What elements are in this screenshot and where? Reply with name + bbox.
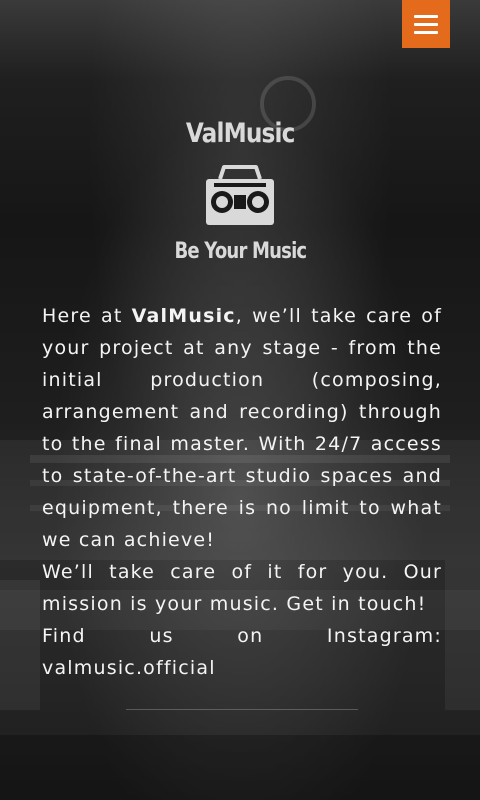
logo-tagline: Be Your Music <box>174 239 307 264</box>
site-logo[interactable]: ValMusic Be Your Music <box>0 118 480 264</box>
page: ValMusic Be Your Music Here at ValMusic,… <box>0 0 480 800</box>
instagram-paragraph: Find us on Instagram: valmusic.official <box>42 625 442 679</box>
logo-name: ValMusic <box>185 118 296 149</box>
intro-body: , we’ll take care of your project at any… <box>42 305 442 551</box>
divider <box>126 709 358 710</box>
menu-button[interactable] <box>402 0 450 48</box>
mission-paragraph: We’ll take care of it for you. Our missi… <box>42 561 442 615</box>
hamburger-menu-icon-bar <box>414 30 438 34</box>
intro-paragraph: Here at ValMusic, we’ll take care of you… <box>42 300 442 556</box>
boombox-icon <box>206 165 274 225</box>
hamburger-menu-icon <box>414 14 438 18</box>
brand-name: ValMusic <box>131 305 236 327</box>
hamburger-menu-icon-bar <box>414 22 438 26</box>
intro-lead: Here at <box>42 305 132 327</box>
intro-text: Here at ValMusic, we’ll take care of you… <box>42 300 442 684</box>
